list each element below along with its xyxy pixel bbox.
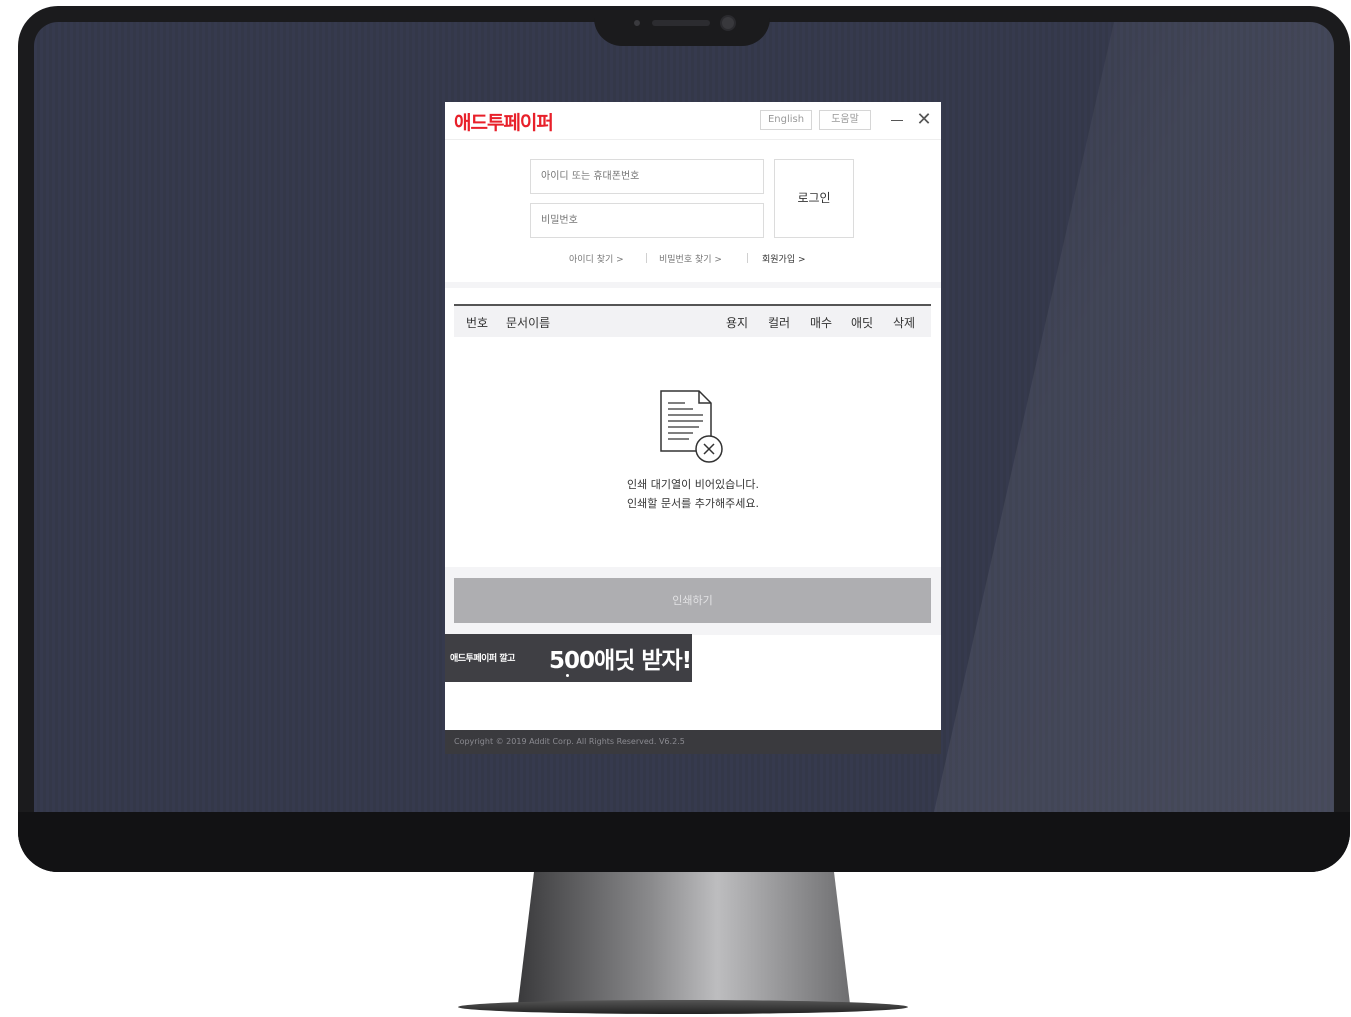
screen-glare [934,22,1334,812]
banner-subtext: 애드투페이퍼 깔고 [450,654,515,664]
close-icon[interactable]: ✕ [916,111,932,129]
banner-indicator [566,674,569,677]
camera-icon [720,15,736,31]
empty-message-line2: 인쇄할 문서를 추가해주세요. [627,497,759,510]
monitor-stand-base [458,1000,908,1014]
password-input[interactable] [530,203,764,238]
account-links: 아이디 찾기 > 비밀번호 찾기 > 회원가입 > [445,250,941,266]
column-color: 컬러 [768,316,791,330]
print-queue-header: 번호 문서이름 용지 컬러 매수 애딧 삭제 [454,304,931,337]
link-divider [646,253,647,263]
brand-logo: 애드투페이퍼 [454,112,554,134]
copyright-footer: Copyright © 2019 Addit Corp. All Rights … [445,730,941,754]
id-input[interactable] [530,159,764,194]
sensor-dot [634,20,640,26]
document-error-icon [660,390,723,463]
speaker-bar [652,20,710,26]
language-button[interactable]: English [760,110,812,130]
help-button[interactable]: 도움말 [819,110,871,130]
login-area: 로그인 아이디 찾기 > 비밀번호 찾기 > 회원가입 > [445,140,941,282]
column-number: 번호 [466,316,489,330]
monitor-chin [18,812,1350,872]
print-button[interactable]: 인쇄하기 [454,578,931,623]
link-divider [747,253,748,263]
column-points: 애딧 [851,316,874,330]
find-id-link[interactable]: 아이디 찾기 > [569,252,624,265]
camera-notch [594,6,770,46]
find-password-link[interactable]: 비밀번호 찾기 > [659,252,722,265]
title-bar: 애드투페이퍼 English 도움말 ✕ [445,102,941,140]
column-delete: 삭제 [893,316,916,330]
column-document-name: 문서이름 [506,316,551,330]
promo-banner[interactable]: 애드투페이퍼 깔고 500애딧 받자! [445,634,692,682]
column-paper: 용지 [726,316,749,330]
empty-queue-message: 인쇄 대기열이 비어있습니다. 인쇄할 문서를 추가해주세요. [445,475,941,513]
section-divider [445,282,941,288]
empty-message-line1: 인쇄 대기열이 비어있습니다. [627,478,759,491]
app-window: 애드투페이퍼 English 도움말 ✕ 로그인 아이디 찾기 > 비밀번호 찾… [445,102,941,754]
column-count: 매수 [810,316,833,330]
signup-link[interactable]: 회원가입 > [762,252,806,265]
banner-headline: 500애딧 받자! [549,648,692,674]
minimize-icon[interactable] [890,112,904,128]
monitor-stand [518,872,850,1004]
login-button[interactable]: 로그인 [774,159,854,238]
